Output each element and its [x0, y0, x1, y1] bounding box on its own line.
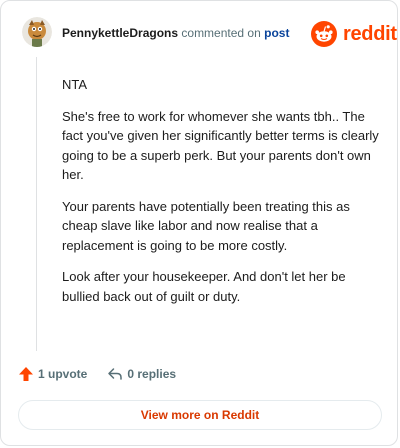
comment-paragraph: Look after your housekeeper. And don't l… — [62, 269, 346, 304]
comment-body: NTA She's free to work for whomever she … — [62, 75, 382, 318]
upvote-button[interactable]: 1 upvote — [18, 366, 87, 382]
comment-paragraph: NTA — [62, 77, 88, 92]
avatar[interactable] — [22, 17, 52, 47]
reddit-wordmark: reddit — [343, 22, 397, 45]
author-link[interactable]: PennykettleDragons — [62, 26, 178, 40]
thread-line — [36, 57, 37, 351]
view-more-button[interactable]: View more on Reddit — [18, 400, 382, 430]
comment-paragraph: She's free to work for whomever she want… — [62, 108, 379, 183]
dragon-avatar-icon — [22, 17, 52, 47]
comment-header: PennykettleDragons commented on post — [62, 26, 289, 40]
comment-footer: 1 upvote 0 replies — [18, 366, 176, 382]
reply-button[interactable]: 0 replies — [107, 366, 176, 382]
commented-label: commented on — [181, 26, 261, 40]
embedded-comment-card: PennykettleDragons commented on post red… — [0, 0, 398, 446]
reddit-snoo-icon — [311, 21, 337, 47]
reply-arrow-icon — [108, 368, 123, 380]
reddit-logo[interactable]: reddit — [311, 21, 397, 47]
post-link[interactable]: post — [264, 26, 289, 40]
upvote-arrow-icon — [19, 367, 33, 381]
upvote-count: 1 upvote — [38, 367, 88, 381]
comment-paragraph: Your parents have potentially been treat… — [62, 198, 350, 253]
reply-count: 0 replies — [127, 367, 177, 381]
